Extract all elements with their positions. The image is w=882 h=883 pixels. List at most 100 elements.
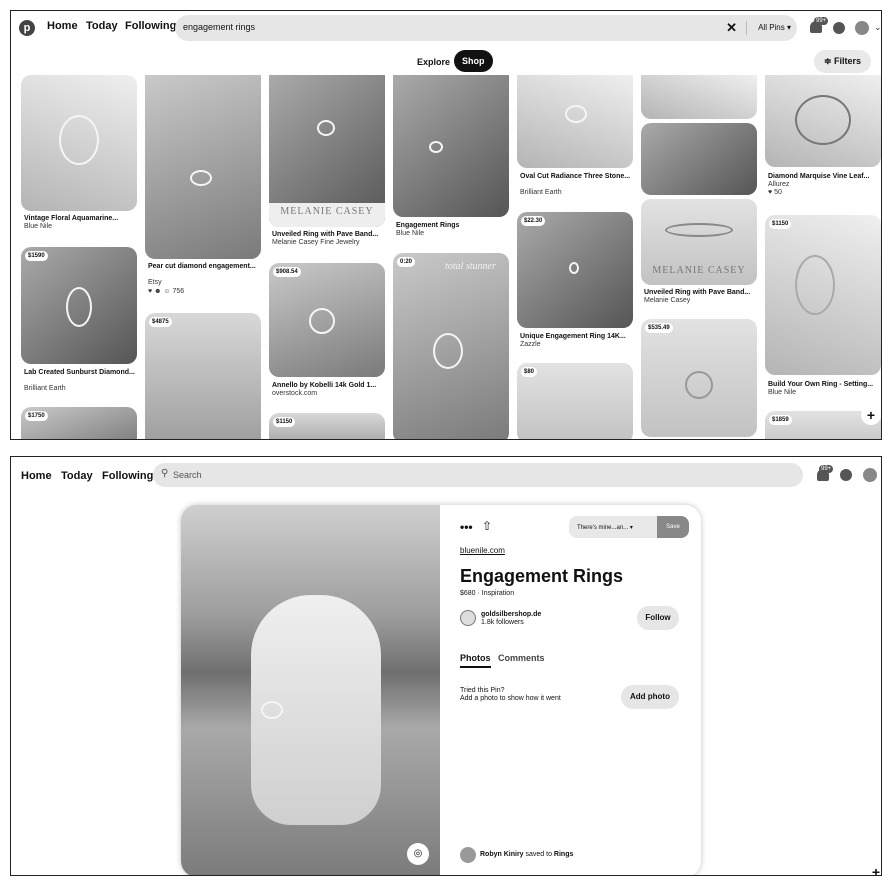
board-select[interactable]: There's mine...an... ▾ (569, 516, 659, 538)
pin-image (517, 212, 633, 328)
pin-source: Blue Nile (768, 389, 797, 396)
watermark: MELANIE CASEY (269, 203, 385, 227)
reactions: ♥ 50 (768, 189, 782, 196)
follow-button[interactable]: Follow (637, 606, 679, 630)
tried-heading: Tried this Pin? (460, 687, 505, 694)
reactions: ♥ ☻ ☺ 756 (148, 288, 185, 295)
pin-source: overstock.com (272, 390, 318, 397)
tab-shop[interactable]: Shop (454, 50, 493, 72)
pin-image (269, 263, 385, 377)
pin-source: Etsy (148, 279, 162, 286)
pin-source: Brilliant Earth (24, 385, 66, 392)
pin-closeup: ◎ ••• ⇧ There's mine...an... ▾ Save blue… (181, 505, 701, 875)
price-badge: $908.54 (273, 267, 301, 277)
price-badge: $22.30 (521, 216, 546, 226)
price-badge: $1750 (25, 411, 48, 421)
avatar[interactable] (855, 21, 869, 35)
add-photo-button[interactable]: Add photo (621, 685, 679, 709)
price-badge: $1590 (25, 251, 48, 261)
pin-image (393, 75, 509, 217)
chevron-down-icon[interactable]: ⌄ (874, 22, 881, 33)
price-badge: $80 (521, 367, 538, 377)
pin-source: Melanie Casey Fine Jewelry (272, 239, 360, 246)
user-avatar[interactable] (460, 610, 476, 626)
pin-title: Engagement Rings (460, 566, 624, 586)
sliders-icon: ≑ (823, 56, 834, 66)
pin-title: Unique Engagement Ring 14K... (520, 333, 626, 340)
nav-following[interactable]: Following (125, 20, 176, 32)
divider (746, 21, 747, 35)
search-bar[interactable]: engagement rings ✕ All Pins ▾ (175, 15, 797, 41)
pin-image (21, 75, 137, 211)
pin-title: Annello by Kobelli 14k Gold 1... (272, 382, 377, 389)
filters-button[interactable]: ≑ Filters (813, 50, 871, 73)
source-link[interactable]: bluenile.com (460, 546, 505, 555)
pin-image: MELANIE CASEY (269, 75, 385, 227)
pin-image (765, 75, 881, 167)
saver-avatar[interactable] (460, 847, 476, 863)
tab-photos[interactable]: Photos (460, 653, 491, 668)
search-bar[interactable]: ⚲ Search (153, 463, 803, 487)
tried-subtext: Add a photo to show how it went (460, 695, 561, 702)
nav-today[interactable]: Today (61, 470, 93, 482)
add-pin-button[interactable]: + (869, 865, 881, 875)
saved-board-link[interactable]: Rings (554, 851, 573, 858)
nav-today[interactable]: Today (86, 20, 118, 32)
search-input[interactable]: engagement rings (183, 22, 255, 32)
pin-image (641, 75, 757, 119)
price-badge: $1150 (769, 219, 792, 229)
close-icon[interactable]: ✕ (726, 20, 737, 36)
tab-explore[interactable]: Explore (417, 57, 450, 67)
pin-title: Unveiled Ring with Pave Band... (644, 289, 751, 296)
follower-count: 1.8k followers (481, 619, 524, 626)
price-badge: $4875 (149, 317, 172, 327)
price-badge: $1150 (273, 417, 296, 427)
pin-title: Build Your Own Ring - Setting... (768, 381, 874, 388)
notification-badge: 99+ (819, 465, 834, 473)
pin-meta: $680 · Inspiration (460, 590, 515, 597)
pin-source: Zazzle (520, 341, 541, 348)
pin-scope-dropdown[interactable]: All Pins ▾ (758, 23, 791, 32)
saved-by-line: Robyn Kiniry saved to Rings (480, 851, 573, 858)
pin-detail-panel: Home Today Following ⚲ Search 99+ ◎ ••• … (10, 456, 882, 876)
pin-title: Unveiled Ring with Pave Band... (272, 231, 379, 238)
pin-image (145, 313, 261, 439)
message-icon[interactable] (833, 22, 845, 34)
visual-search-icon[interactable]: ◎ (407, 843, 429, 865)
pin-source: Brilliant Earth (520, 189, 562, 196)
pin-image[interactable]: ◎ (181, 505, 440, 875)
search-input[interactable]: Search (173, 470, 202, 480)
pin-title: Pear cut diamond engagement... (148, 263, 256, 270)
user-name[interactable]: goldsilbershop.de (481, 611, 541, 618)
add-pin-button[interactable]: + (861, 405, 881, 425)
message-icon[interactable] (840, 469, 852, 481)
nav-following[interactable]: Following (102, 470, 153, 482)
nav-home[interactable]: Home (47, 20, 78, 32)
pin-image (21, 247, 137, 364)
pin-image (641, 123, 757, 195)
pin-source: Blue Nile (24, 223, 53, 230)
more-options-icon[interactable]: ••• (460, 520, 473, 534)
video-duration: 0:20 (397, 257, 416, 267)
pin-image (765, 215, 881, 375)
notification-badge: 99+ (814, 17, 829, 25)
share-icon[interactable]: ⇧ (482, 519, 492, 533)
pin-source: Blue Nile (396, 230, 425, 237)
script-overlay: total stunner (445, 261, 496, 272)
pin-image (641, 319, 757, 437)
price-badge: $535.49 (645, 323, 673, 333)
top-nav: p Home Today Following engagement rings … (11, 11, 881, 45)
pin-image: total stunner (393, 253, 509, 439)
pin-title: Diamond Marquise Vine Leaf... (768, 173, 870, 180)
pin-title: Oval Cut Radiance Three Stone... (520, 173, 631, 180)
saver-name[interactable]: Robyn Kiniry (480, 851, 524, 858)
pin-image (145, 75, 261, 259)
nav-home[interactable]: Home (21, 470, 52, 482)
filters-label: Filters (833, 56, 861, 66)
save-button[interactable]: Save (657, 516, 689, 538)
pin-title: Engagement Rings (396, 222, 460, 229)
avatar[interactable] (863, 468, 877, 482)
tab-comments[interactable]: Comments (498, 653, 545, 663)
pinterest-logo-icon[interactable]: p (19, 20, 35, 36)
price-badge: $1859 (769, 415, 792, 425)
